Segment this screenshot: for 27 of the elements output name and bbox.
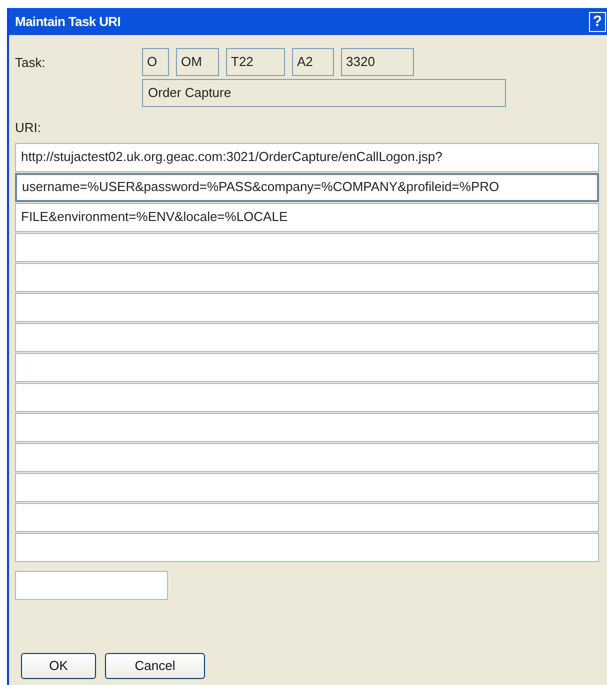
uri-field[interactable] [15, 292, 599, 322]
task-code-field[interactable]: O [142, 48, 169, 76]
uri-field[interactable]: FILE&environment=%ENV&locale=%LOCALE [15, 202, 599, 232]
uri-field[interactable] [15, 262, 599, 292]
uri-field[interactable] [15, 232, 599, 262]
task-code-field[interactable]: T22 [226, 48, 285, 76]
uri-label: URI: [14, 119, 42, 137]
uri-field[interactable] [15, 472, 599, 502]
uri-field[interactable] [15, 352, 599, 382]
task-label: Task: [15, 54, 46, 72]
task-code-field[interactable]: OM [176, 48, 219, 76]
uri-field[interactable] [15, 382, 599, 412]
uri-field[interactable] [15, 322, 599, 352]
uri-field[interactable] [15, 502, 599, 532]
task-code-field[interactable]: A2 [292, 48, 334, 76]
uri-field[interactable] [15, 442, 599, 472]
uri-field[interactable] [15, 532, 599, 562]
task-code-field[interactable]: 3320 [341, 48, 414, 76]
uri-field[interactable]: username=%USER&password=%PASS&company=%COMPANY&profileid=%PRO [15, 172, 599, 202]
task-description-field[interactable]: Order Capture [142, 79, 506, 107]
dialog-button[interactable]: Cancel [105, 653, 205, 679]
dialog-button[interactable]: OK [21, 653, 96, 679]
uri-field[interactable] [15, 412, 599, 442]
help-button[interactable]: ? [589, 12, 606, 32]
uri-field[interactable] [15, 570, 168, 600]
window-title: Maintain Task URI [15, 12, 120, 31]
uri-field[interactable]: http://stujactest02.uk.org.geac.com:3021/OrderCapture/enCallLogon.jsp? [15, 142, 599, 172]
